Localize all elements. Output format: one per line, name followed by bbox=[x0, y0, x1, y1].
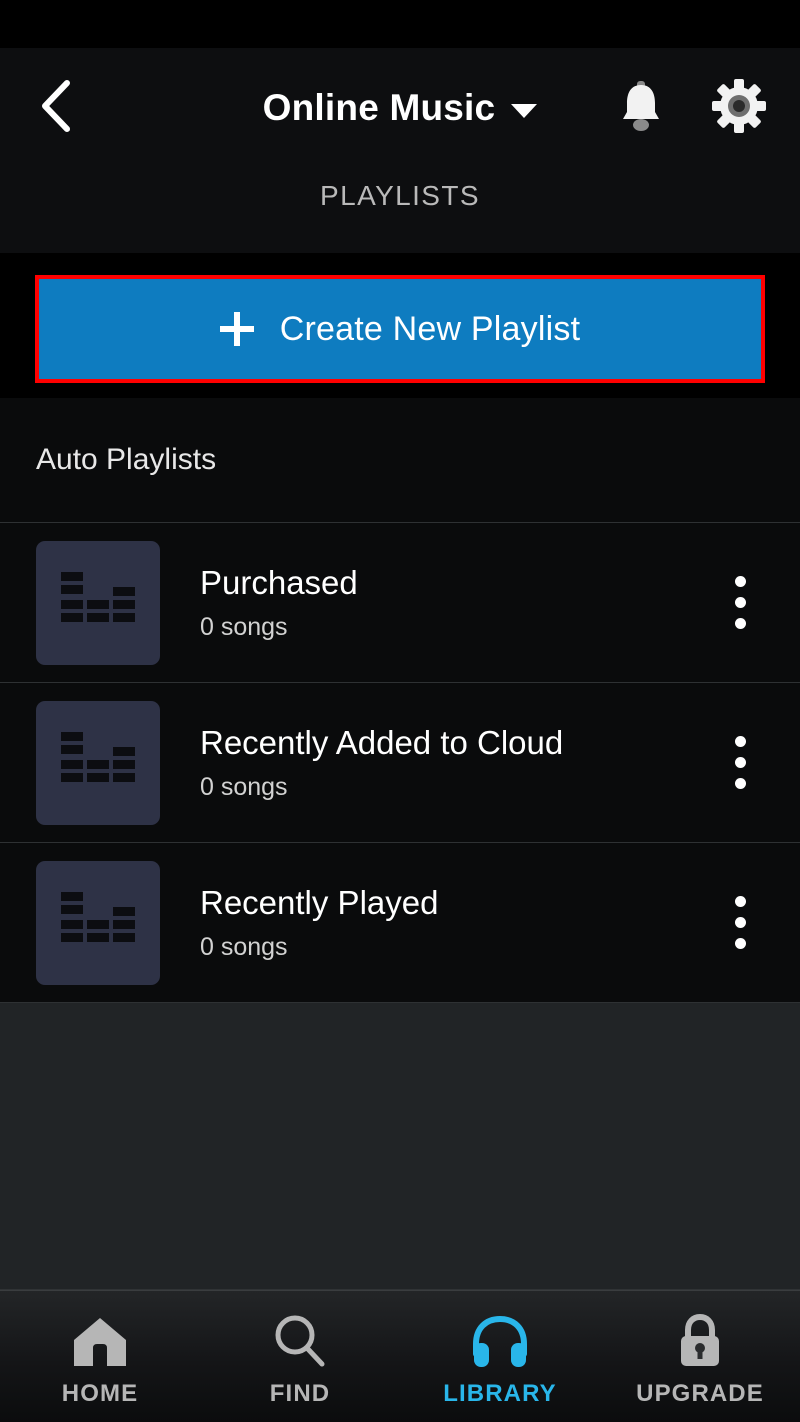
create-new-playlist-button[interactable]: Create New Playlist bbox=[39, 279, 761, 379]
notifications-button[interactable] bbox=[616, 79, 666, 138]
app-screen: Online Music PLAYLISTS Create New Playli… bbox=[0, 0, 800, 1422]
status-bar bbox=[0, 0, 800, 48]
more-vertical-icon[interactable] bbox=[708, 718, 772, 808]
home-icon bbox=[72, 1312, 128, 1368]
lock-icon bbox=[675, 1312, 725, 1368]
nav-label-library: LIBRARY bbox=[443, 1379, 557, 1407]
nav-item-upgrade[interactable]: UPGRADE bbox=[600, 1291, 800, 1422]
empty-list-space bbox=[0, 1003, 800, 1290]
search-icon bbox=[272, 1312, 328, 1368]
playlist-thumbnail bbox=[36, 860, 160, 985]
playlist-title: Recently Added to Cloud bbox=[200, 723, 564, 761]
table-row[interactable]: Purchased 0 songs bbox=[0, 523, 800, 683]
chevron-left-icon bbox=[36, 77, 76, 140]
playlist-text: Purchased 0 songs bbox=[160, 564, 708, 642]
section-header-auto-playlists: Auto Playlists bbox=[0, 398, 800, 523]
playlist-song-count: 0 songs bbox=[200, 772, 288, 801]
plus-icon bbox=[219, 312, 254, 346]
settings-button[interactable] bbox=[712, 78, 766, 138]
tab-bar: PLAYLISTS bbox=[0, 168, 800, 253]
playlist-text: Recently Played 0 songs bbox=[160, 884, 708, 962]
playlist-title: Purchased bbox=[200, 563, 358, 601]
playlist-song-count: 0 songs bbox=[200, 612, 288, 641]
nav-label-home: HOME bbox=[61, 1379, 139, 1407]
headphones-icon bbox=[471, 1312, 529, 1368]
header-toolbar: Online Music bbox=[0, 48, 800, 168]
nav-label-find: FIND bbox=[269, 1379, 331, 1407]
playlist-list: Auto Playlists Purchased 0 songs Recentl… bbox=[0, 398, 800, 1290]
equalizer-bars-icon bbox=[61, 732, 135, 793]
create-playlist-zone: Create New Playlist bbox=[0, 253, 800, 398]
equalizer-bars-icon bbox=[61, 572, 135, 633]
bell-icon bbox=[616, 79, 666, 138]
gear-icon bbox=[712, 78, 766, 138]
section-title: Auto Playlists bbox=[36, 443, 217, 476]
more-vertical-icon[interactable] bbox=[708, 878, 772, 968]
table-row[interactable]: Recently Added to Cloud 0 songs bbox=[0, 683, 800, 843]
nav-item-library[interactable]: LIBRARY bbox=[400, 1291, 600, 1422]
back-button[interactable] bbox=[36, 78, 90, 138]
playlist-thumbnail bbox=[36, 700, 160, 825]
table-row[interactable]: Recently Played 0 songs bbox=[0, 843, 800, 1003]
playlist-title: Recently Played bbox=[200, 883, 439, 921]
create-new-playlist-label: Create New Playlist bbox=[279, 309, 581, 348]
header-actions bbox=[616, 78, 766, 138]
bottom-navigation: HOME FIND LIBRARY UPGRADE bbox=[0, 1290, 800, 1422]
page-title[interactable]: Online Music bbox=[263, 87, 496, 129]
nav-item-home[interactable]: HOME bbox=[0, 1291, 200, 1422]
equalizer-bars-icon bbox=[61, 892, 135, 953]
playlist-text: Recently Added to Cloud 0 songs bbox=[160, 724, 708, 802]
more-vertical-icon[interactable] bbox=[708, 558, 772, 648]
nav-item-find[interactable]: FIND bbox=[200, 1291, 400, 1422]
app-header: Online Music PLAYLISTS bbox=[0, 48, 800, 253]
chevron-down-icon[interactable] bbox=[511, 104, 538, 118]
tab-playlists[interactable]: PLAYLISTS bbox=[320, 180, 480, 212]
nav-label-upgrade: UPGRADE bbox=[636, 1379, 764, 1407]
playlist-thumbnail bbox=[36, 540, 160, 665]
playlist-song-count: 0 songs bbox=[200, 932, 288, 961]
